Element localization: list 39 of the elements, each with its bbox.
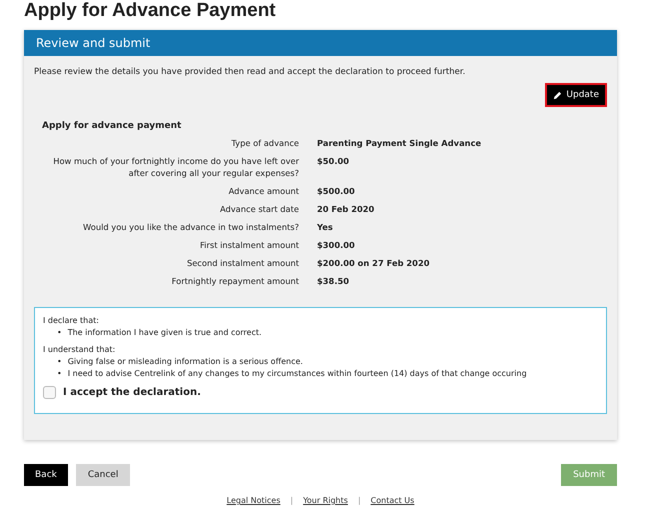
bullet: • <box>57 327 62 339</box>
intro-text: Please review the details you have provided then read and accept the declaration to proceed further. <box>34 67 466 77</box>
declaration-item: The information I have given is true and correct. <box>68 327 262 339</box>
section-title: Apply for advance payment <box>42 121 182 131</box>
declaration-item: Giving false or misleading information is a serious offence. <box>68 356 303 368</box>
field-label: Advance amount <box>228 185 299 197</box>
bullet: • <box>57 356 62 368</box>
footer-link[interactable]: Contact Us <box>370 496 414 505</box>
field-label: Advance start date <box>220 203 299 215</box>
field-value: $500.00 <box>317 185 356 197</box>
accept-label[interactable]: I accept the declaration. <box>63 387 201 398</box>
field-value: $300.00 <box>317 239 356 251</box>
update-button[interactable]: Update <box>545 83 607 107</box>
field-value: Parenting Payment Single Advance <box>317 137 482 149</box>
declaration-heading: I declare that: <box>43 316 100 325</box>
pencil-icon <box>553 90 562 100</box>
footer-link[interactable]: Your Rights <box>303 496 348 505</box>
field-value: Yes <box>317 221 334 233</box>
field-value: 20 Feb 2020 <box>317 203 376 215</box>
footer-separator: | <box>358 496 361 505</box>
field-value: $200.00 on 27 Feb 2020 <box>317 257 430 269</box>
accept-checkbox[interactable] <box>43 386 56 399</box>
field-value: $50.00 <box>317 155 350 168</box>
field-label: First instalment amount <box>200 239 299 251</box>
field-label: Would you you like the advance in two instalments? <box>83 221 299 233</box>
declaration-item: I need to advise Centrelink of any changes to my circumstances within fourteen (14) days of that change occuring <box>68 368 527 380</box>
bullet: • <box>57 368 62 380</box>
page-title: Apply for Advance Payment <box>24 0 277 22</box>
declaration-heading: I understand that: <box>43 345 116 354</box>
field-label: Fortnightly repayment amount <box>172 275 299 287</box>
field-label: Type of advance <box>231 137 299 149</box>
footer-link[interactable]: Legal Notices <box>226 496 280 505</box>
panel-header: Review and submit <box>24 30 617 56</box>
field-label: Second instalment amount <box>186 257 299 269</box>
field-label: How much of your fortnightly income do you have left over after covering all your regular expenses? <box>52 155 299 179</box>
back-button[interactable]: Back <box>24 464 68 486</box>
cancel-button[interactable]: Cancel <box>76 464 130 486</box>
field-value: $38.50 <box>317 275 350 287</box>
footer-separator: | <box>290 496 294 505</box>
